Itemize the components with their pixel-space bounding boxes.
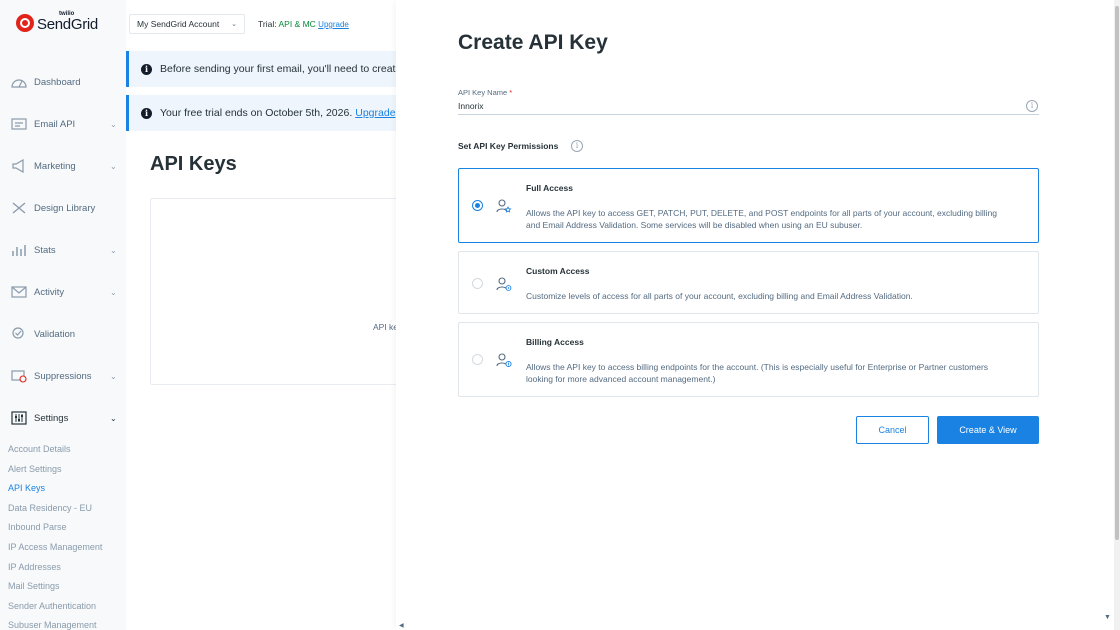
sidebar-item-settings[interactable]: Settings ⌄ [0, 403, 126, 433]
page-title: API Keys [150, 153, 237, 175]
sidebar-item-label: Stats [34, 244, 56, 256]
create-and-view-button[interactable]: Create & View [937, 416, 1039, 444]
empty-card-text: API ke [373, 322, 399, 332]
option-description: Allows the API key to access billing end… [526, 362, 989, 384]
user-card-icon [496, 353, 512, 368]
sidebar-subitem-inbound-parse[interactable]: Inbound Parse [8, 522, 67, 532]
chevron-down-icon: ⌄ [110, 119, 117, 129]
sidebar-item-label: Design Library [34, 202, 96, 214]
account-selector-label: My SendGrid Account [137, 19, 220, 29]
sidebar-subitem-api-keys[interactable]: API Keys [8, 483, 45, 493]
sidebar-item-stats[interactable]: Stats ⌄ [0, 235, 126, 265]
sidebar-item-dashboard[interactable]: Dashboard [0, 67, 126, 97]
sendgrid-logo-mark [16, 13, 34, 32]
dashboard-icon [11, 79, 27, 88]
chevron-down-icon: ⌄ [110, 161, 117, 171]
sidebar-subitem-ip-addresses[interactable]: IP Addresses [8, 562, 61, 572]
trial-prefix: Trial: [258, 19, 277, 29]
option-description: Allows the API key to access GET, PATCH,… [526, 208, 998, 230]
account-selector[interactable]: My SendGrid Account ⌄ [129, 14, 245, 34]
chevron-down-icon: ⌄ [110, 287, 117, 297]
megaphone-icon [12, 159, 24, 173]
scrollbar-thumb[interactable] [1115, 6, 1119, 540]
sidebar-item-activity[interactable]: Activity ⌄ [0, 277, 126, 307]
page-scrollbar[interactable] [1114, 0, 1120, 630]
api-key-name-label: API Key Name * [458, 88, 512, 97]
option-billing-access[interactable]: Billing Access Allows the API key to acc… [458, 322, 1039, 397]
banner-text: Your free trial ends on October 5th, 202… [160, 107, 353, 119]
option-description: Customize levels of access for all parts… [526, 291, 913, 301]
custom-access-radio[interactable] [472, 278, 483, 289]
api-key-name-label-text: API Key Name [458, 88, 508, 97]
panel-title: Create API Key [458, 31, 608, 54]
sidebar-item-suppressions[interactable]: Suppressions ⌄ [0, 361, 126, 391]
sidebar-subitem-subuser-management[interactable]: Subuser Management [8, 620, 97, 630]
info-icon[interactable]: i [1026, 100, 1038, 112]
option-full-access[interactable]: Full Access Allows the API key to access… [458, 168, 1039, 243]
trial-upgrade-link[interactable]: Upgrade [318, 20, 349, 29]
sidebar-item-label: Email API [34, 118, 76, 130]
sidebar-item-label: Marketing [34, 160, 76, 172]
chevron-down-icon: ⌄ [231, 21, 237, 28]
sidebar-item-marketing[interactable]: Marketing ⌄ [0, 151, 126, 181]
logo-twilio-text: twilio [59, 11, 75, 17]
sidebar-subitem-ip-access-management[interactable]: IP Access Management [8, 542, 102, 552]
settings-sliders-icon [11, 411, 27, 425]
info-banner-first-email: i Before sending your first email, you'l… [126, 51, 396, 87]
scroll-down-arrow-icon[interactable]: ▼ [1104, 614, 1111, 621]
sidebar-item-label: Dashboard [34, 76, 81, 88]
info-banner-trial: i Your free trial ends on October 5th, 2… [126, 95, 396, 131]
validation-icon [12, 327, 24, 339]
option-title: Billing Access [526, 337, 584, 347]
sidebar-item-label: Settings [34, 412, 69, 424]
trial-status: Trial: API & MC Upgrade [258, 19, 349, 29]
option-title: Full Access [526, 183, 573, 193]
chevron-down-icon: ⌄ [110, 245, 117, 255]
sidebar-item-validation[interactable]: Validation [0, 319, 126, 349]
permissions-heading: Set API Key Permissions [458, 141, 559, 151]
banner-text: Before sending your first email, you'll … [160, 63, 396, 75]
sidebar-subitem-mail-settings[interactable]: Mail Settings [8, 581, 60, 591]
trial-plan: API & MC [278, 19, 316, 29]
sidebar-item-label: Validation [34, 328, 76, 340]
chevron-down-icon: ⌄ [110, 371, 117, 381]
user-gear-icon [496, 277, 512, 291]
info-icon: i [141, 63, 152, 75]
sidebar-item-label: Activity [34, 286, 65, 298]
sidebar: twilio SendGrid Dashboard Email API ⌄ Ma… [0, 0, 126, 630]
required-marker: * [509, 88, 513, 97]
sidebar-subitem-account-details[interactable]: Account Details [8, 444, 71, 454]
sidebar-subitem-data-residency[interactable]: Data Residency - EU [8, 503, 92, 513]
sidebar-subitem-alert-settings[interactable]: Alert Settings [8, 464, 62, 474]
option-title: Custom Access [526, 266, 590, 276]
billing-access-radio[interactable] [472, 354, 483, 365]
sidebar-item-design-library[interactable]: Design Library [0, 193, 126, 223]
design-tools-icon [12, 202, 26, 214]
cancel-button[interactable]: Cancel [856, 416, 929, 444]
user-star-icon [496, 199, 512, 213]
chevron-down-icon: ⌄ [110, 413, 117, 423]
info-icon: i [141, 107, 152, 119]
full-access-radio[interactable] [472, 200, 483, 211]
scroll-left-arrow-icon[interactable]: ◀ [399, 622, 404, 629]
sidebar-item-label: Suppressions [34, 370, 92, 382]
option-custom-access[interactable]: Custom Access Customize levels of access… [458, 251, 1039, 314]
banner-upgrade-link[interactable]: Upgrade [355, 107, 395, 119]
logo-brand-text: SendGrid [37, 16, 98, 33]
email-api-icon [11, 118, 27, 130]
api-keys-empty-card: API ke [150, 198, 400, 385]
sidebar-subitem-sender-authentication[interactable]: Sender Authentication [8, 601, 96, 611]
suppression-icon [11, 370, 27, 383]
stats-icon [12, 245, 26, 256]
api-key-name-input[interactable] [458, 99, 1039, 115]
envelope-icon [11, 286, 27, 298]
create-api-key-panel: Create API Key API Key Name* i Set API K… [396, 0, 1114, 630]
sendgrid-logo[interactable]: twilio SendGrid [16, 11, 98, 33]
sidebar-item-email-api[interactable]: Email API ⌄ [0, 109, 126, 139]
info-icon[interactable]: i [571, 140, 583, 152]
